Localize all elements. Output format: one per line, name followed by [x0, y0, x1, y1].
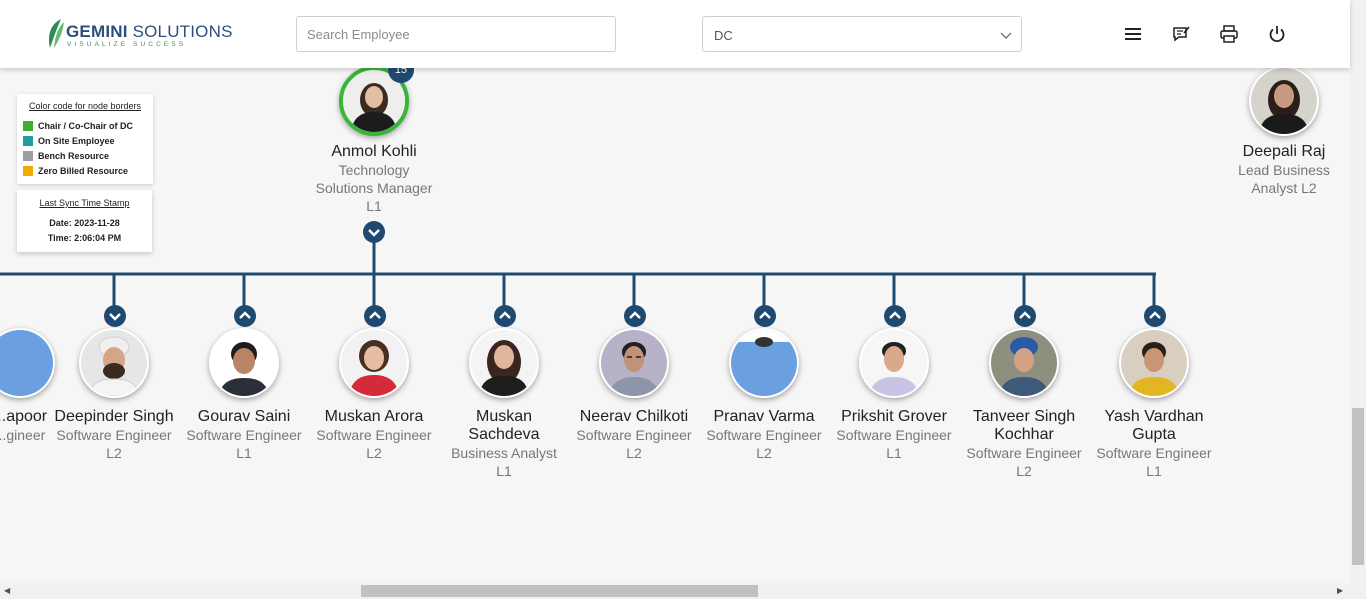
employee-title: Software Engineer [576, 427, 692, 443]
collapse-toggle-button[interactable] [363, 221, 385, 243]
employee-name: Deepali Raj [1242, 143, 1326, 160]
employee-level: L2 [1016, 463, 1032, 479]
org-node-deepinder-singh[interactable]: Deepinder Singh Software Engineer L2 [44, 328, 184, 468]
top-header: GEMINI SOLUTIONS VISUALIZE SUCCESS DC [0, 0, 1350, 68]
employee-title: Software Engineer [1096, 445, 1212, 461]
org-node-deepali-raj[interactable]: Deepali Raj Lead Business Analyst L2 [1214, 60, 1354, 200]
employee-title: Software Engineer [56, 427, 172, 443]
vertical-scrollbar-thumb[interactable] [1352, 408, 1364, 565]
scroll-left-arrow-icon[interactable]: ◀ [4, 587, 10, 595]
employee-title: Software Engineer [966, 445, 1082, 461]
employee-level: L1 [236, 445, 252, 461]
org-node-yash-vardhan-gupta[interactable]: Yash Vardhan Gupta Software Engineer L1 [1084, 328, 1224, 488]
chevron-up-icon [889, 311, 901, 319]
org-node-muskan-sachdeva[interactable]: Muskan Sachdeva Business Analyst L1 [434, 328, 574, 488]
employee-name: Muskan [475, 408, 533, 425]
collapse-toggle-button[interactable] [754, 305, 776, 327]
employee-level: L1 [886, 445, 902, 461]
gemini-logo[interactable]: GEMINI SOLUTIONS VISUALIZE SUCCESS [47, 18, 232, 52]
chevron-up-icon [1019, 311, 1031, 319]
chevron-up-icon [499, 311, 511, 319]
avatar[interactable] [1119, 328, 1189, 398]
horizontal-scrollbar-thumb[interactable] [361, 585, 758, 597]
employee-name: Prikshit Grover [841, 408, 947, 425]
employee-title: Technology [338, 162, 410, 178]
chevron-up-icon [629, 311, 641, 319]
employee-name: Tanveer Singh [972, 408, 1076, 425]
employee-name-line2: Kochhar [994, 426, 1054, 443]
org-node-neerav-chilkoti[interactable]: Neerav Chilkoti Software Engineer L2 [564, 328, 704, 468]
employee-title: Software Engineer [706, 427, 822, 443]
chevron-up-icon [1149, 311, 1161, 319]
employee-name: Neerav Chilkoti [579, 408, 689, 425]
logo-wordmark: GEMINI SOLUTIONS [66, 22, 233, 41]
collapse-toggle-button[interactable] [494, 305, 516, 327]
avatar[interactable] [1249, 66, 1319, 136]
employee-name-line2: Sachdeva [468, 426, 540, 443]
collapse-toggle-button[interactable] [234, 305, 256, 327]
org-chart-page: GEMINI SOLUTIONS VISUALIZE SUCCESS DC [0, 0, 1366, 599]
employee-name: Deepinder Singh [54, 408, 174, 425]
collapse-toggle-button[interactable] [1144, 305, 1166, 327]
search-employee-input[interactable] [296, 16, 616, 52]
employee-level: L1 [1146, 463, 1162, 479]
avatar[interactable] [729, 328, 799, 398]
employee-level: L2 [366, 445, 382, 461]
employee-name: Gourav Saini [197, 408, 291, 425]
avatar[interactable] [469, 328, 539, 398]
avatar[interactable] [79, 328, 149, 398]
department-select[interactable]: DC [702, 16, 1022, 52]
logo-tagline: VISUALIZE SUCCESS [67, 41, 187, 48]
employee-level: L2 [626, 445, 642, 461]
employee-level: L1 [366, 198, 382, 214]
collapse-toggle-button[interactable] [624, 305, 646, 327]
org-node-prikshit-grover[interactable]: Prikshit Grover Software Engineer L1 [824, 328, 964, 468]
org-node-gourav-saini[interactable]: Gourav Saini Software Engineer L1 [174, 328, 314, 468]
org-node-muskan-arora[interactable]: Muskan Arora Software Engineer L2 [304, 328, 444, 468]
employee-level: L1 [496, 463, 512, 479]
chevron-up-icon [239, 311, 251, 319]
org-node-anmol-kohli[interactable]: 15 Anmol Kohli Technology Solutions Mana… [304, 57, 444, 220]
employee-level: L2 [106, 445, 122, 461]
employee-title: Business Analyst [451, 445, 557, 461]
employee-name-line2: Gupta [1132, 426, 1176, 443]
employee-title: Lead Business [1238, 162, 1330, 178]
avatar[interactable] [989, 328, 1059, 398]
org-node-pranav-varma[interactable]: Pranav Varma Software Engineer L2 [694, 328, 834, 468]
avatar[interactable] [209, 328, 279, 398]
chevron-down-icon [109, 313, 121, 321]
feedback-icon[interactable] [1171, 24, 1191, 44]
employee-title: Software Engineer [836, 427, 952, 443]
scroll-right-arrow-icon[interactable]: ▶ [1337, 587, 1343, 595]
expand-toggle-button[interactable] [104, 305, 126, 327]
employee-title-line2: Solutions Manager [315, 180, 433, 196]
horizontal-scrollbar[interactable]: ◀ ▶ [0, 583, 1350, 599]
employee-name: Yash Vardhan [1104, 408, 1204, 425]
leaf-logo-icon [49, 19, 64, 48]
power-icon[interactable] [1267, 24, 1287, 44]
avatar[interactable] [859, 328, 929, 398]
employee-name: Muskan Arora [324, 408, 424, 425]
employee-title: Software Engineer [186, 427, 302, 443]
avatar[interactable] [599, 328, 669, 398]
chevron-down-icon [1000, 32, 1012, 39]
employee-title: Software Engineer [316, 427, 432, 443]
collapse-toggle-button[interactable] [884, 305, 906, 327]
chevron-up-icon [759, 311, 771, 319]
employee-level: L2 [756, 445, 772, 461]
org-connector-lines [0, 232, 1156, 316]
chevron-down-icon [368, 229, 380, 237]
department-select-value: DC [714, 28, 733, 43]
employee-title-line2: Analyst L2 [1251, 180, 1317, 196]
employee-name: Pranav Varma [713, 408, 815, 425]
chevron-up-icon [369, 311, 381, 319]
menu-icon[interactable] [1123, 24, 1143, 44]
print-icon[interactable] [1219, 24, 1239, 44]
employee-name: Anmol Kohli [331, 143, 417, 160]
collapse-toggle-button[interactable] [364, 305, 386, 327]
org-node-tanveer-singh-kochhar[interactable]: Tanveer Singh Kochhar Software Engineer … [954, 328, 1094, 488]
collapse-toggle-button[interactable] [1014, 305, 1036, 327]
avatar[interactable] [339, 328, 409, 398]
